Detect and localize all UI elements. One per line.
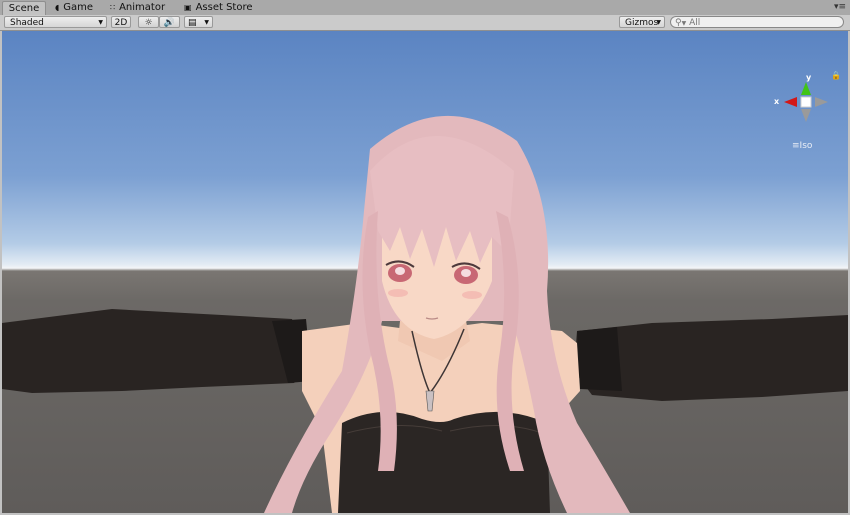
- tab-label: Game: [63, 2, 93, 13]
- left-blush: [388, 289, 408, 297]
- search-dropdown-icon: ▼: [681, 20, 687, 27]
- y-axis-cone: [801, 82, 811, 95]
- effects-dropdown[interactable]: ▤ ▼: [184, 16, 213, 28]
- 2d-label: 2D: [114, 18, 128, 28]
- search-icon: ⚲: [675, 18, 682, 28]
- y-axis-label: y: [806, 73, 812, 82]
- projection-label: Iso: [799, 141, 813, 151]
- left-sleeve: [2, 309, 308, 393]
- chevron-down-icon: ▼: [98, 19, 103, 26]
- center-cube: [800, 96, 812, 108]
- right-eye-highlight: [461, 269, 471, 277]
- chevron-down-icon: ▼: [204, 19, 209, 26]
- orientation-gizmo[interactable]: y x: [772, 73, 832, 133]
- lighting-toggle-button[interactable]: ☼: [138, 16, 159, 28]
- scene-viewport[interactable]: y x 🔒 ≡Iso: [2, 31, 848, 513]
- pacman-icon: ◖: [55, 3, 60, 12]
- bag-icon: ▣: [184, 3, 192, 12]
- projection-toggle[interactable]: ≡Iso: [792, 141, 812, 151]
- tab-menu-icon[interactable]: ▾≡: [834, 2, 846, 12]
- gizmos-dropdown[interactable]: Gizmos ▼: [619, 16, 665, 28]
- right-blush: [462, 291, 482, 299]
- image-icon: ▤: [188, 18, 197, 28]
- draw-mode-value: Shaded: [10, 18, 44, 28]
- sun-icon: ☼: [144, 18, 153, 28]
- tab-label: Asset Store: [195, 2, 253, 13]
- x-axis-label: x: [774, 97, 780, 106]
- tab-scene[interactable]: Scene: [2, 1, 46, 16]
- tab-bar: Scene ◖ Game ∷ Animator ▣ Asset Store ▾≡: [0, 0, 850, 16]
- left-eye-highlight: [395, 267, 405, 275]
- menu-icon: ≡: [792, 141, 800, 151]
- scene-search-input[interactable]: ⚲▼ All: [670, 16, 844, 28]
- 2d-toggle-button[interactable]: 2D: [111, 16, 131, 28]
- search-placeholder: All: [689, 18, 701, 28]
- tab-label: Animator: [119, 2, 166, 13]
- tab-game[interactable]: ◖ Game: [55, 1, 93, 15]
- x-axis-cone: [784, 97, 797, 107]
- chevron-down-icon: ▼: [656, 19, 661, 26]
- tab-asset-store[interactable]: ▣ Asset Store: [184, 1, 253, 15]
- unity-scene-window: Scene ◖ Game ∷ Animator ▣ Asset Store ▾≡…: [0, 0, 850, 515]
- right-cuff: [577, 327, 622, 391]
- gizmos-label: Gizmos: [625, 18, 659, 28]
- neg-x-axis-cone: [815, 97, 828, 107]
- tab-label: Scene: [8, 3, 40, 14]
- draw-mode-dropdown[interactable]: Shaded ▼: [4, 16, 107, 28]
- animator-icon: ∷: [110, 3, 116, 12]
- speaker-icon: 🔊: [163, 18, 176, 28]
- neg-y-axis-cone: [801, 109, 811, 122]
- character-model: [2, 116, 848, 513]
- axis-gizmo-icon: [784, 82, 828, 122]
- tab-animator[interactable]: ∷ Animator: [110, 1, 165, 15]
- lock-icon[interactable]: 🔒: [831, 71, 841, 80]
- scene-toolbar: Shaded ▼ 2D ☼ 🔊 ▤ ▼ Gizmos ▼ ⚲▼ All: [0, 15, 850, 31]
- audio-toggle-button[interactable]: 🔊: [159, 16, 180, 28]
